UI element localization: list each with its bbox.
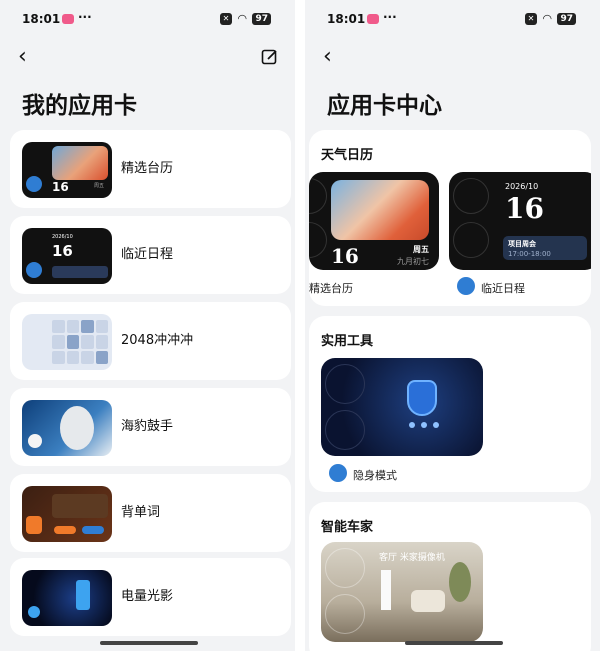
schedule-date: 2026/10 xyxy=(505,182,539,191)
app-card-row-calendar[interactable]: 16 周五 精选台历 xyxy=(10,130,291,208)
back-button[interactable]: ‹ xyxy=(18,44,27,69)
schedule-widget-preview[interactable]: 2026/10 16 项目周会 17:00-18:00 xyxy=(449,172,591,270)
battery-illustration xyxy=(76,580,90,610)
schedule-day-number: 16 xyxy=(505,192,544,225)
seal-app-icon xyxy=(28,434,42,448)
incognito-app-icon xyxy=(329,464,347,482)
vocab-thumbnail xyxy=(22,486,112,542)
seal-illustration xyxy=(60,406,94,450)
page-title: 应用卡中心 xyxy=(327,93,442,119)
section-title: 天气日历 xyxy=(321,148,374,163)
thumb-date: 2026/10 xyxy=(52,234,73,240)
wifi-icon: ◠ xyxy=(238,12,247,25)
back-button[interactable]: ‹ xyxy=(323,44,332,69)
section-weather-calendar: 天气日历 16 周五 九月初七 精选台历 2026/10 16 项目周会 17:00… xyxy=(309,130,591,306)
page-title: 我的应用卡 xyxy=(22,93,137,119)
home-indicator[interactable] xyxy=(100,641,198,645)
app-notification-icon xyxy=(367,14,379,24)
mute-icon: ✕ xyxy=(525,12,537,25)
room-plant xyxy=(449,562,471,602)
section-title: 实用工具 xyxy=(321,334,374,349)
calendar-weekday: 周五 九月初七 xyxy=(397,245,429,266)
status-bar: 18:01 ··· ✕ ◠ 97 xyxy=(305,10,600,30)
room-chair xyxy=(411,590,445,612)
word-button-blue xyxy=(82,526,104,534)
vocab-app-icon xyxy=(26,516,42,534)
seal-drummer-thumbnail xyxy=(22,400,112,456)
schedule-app-icon xyxy=(26,262,42,278)
app-card-label: 电量光影 xyxy=(121,589,174,604)
status-time: 18:01 xyxy=(327,12,366,26)
game-grid xyxy=(52,320,108,364)
camera-widget-preview[interactable]: 客厅 米家摄像机 xyxy=(321,542,483,642)
app-card-row-vocab[interactable]: 背单词 xyxy=(10,474,291,552)
battery-icon: 97 xyxy=(252,12,271,25)
app-card-row-battery[interactable]: 电量光影 xyxy=(10,558,291,636)
my-app-cards-screen: 18:01 ··· ✕ ◠ 97 ‹ 我的应用卡 16 周五 精选台历 2026… xyxy=(0,0,295,651)
incognito-widget-preview[interactable] xyxy=(321,358,483,456)
app-card-row-schedule[interactable]: 2026/10 16 临近日程 xyxy=(10,216,291,294)
more-notifications-icon: ··· xyxy=(78,10,92,24)
widget-caption: 临近日程 xyxy=(481,282,525,295)
schedule-app-icon xyxy=(457,277,475,295)
battery-light-thumbnail xyxy=(22,570,112,626)
app-card-label: 精选台历 xyxy=(121,161,174,176)
more-notifications-icon: ··· xyxy=(383,10,397,24)
app-card-label: 2048冲冲冲 xyxy=(121,333,194,348)
mute-icon: ✕ xyxy=(220,12,232,25)
widget-caption: 精选台历 xyxy=(309,282,353,295)
app-card-center-screen: 18:01 ··· ✕ ◠ 97 ‹ 应用卡中心 天气日历 16 周五 九月初七 … xyxy=(305,0,600,651)
calendar-photo xyxy=(52,146,108,180)
word-card xyxy=(52,494,108,518)
room-lamp xyxy=(381,570,391,610)
thumb-day-number: 16 xyxy=(52,242,73,260)
status-time: 18:01 xyxy=(22,12,61,26)
calendar-photo xyxy=(331,180,429,240)
thumb-day-number: 16 xyxy=(52,180,69,194)
battery-icon: 97 xyxy=(557,12,576,25)
section-title: 智能车家 xyxy=(321,520,374,535)
calendar-day-number: 16 xyxy=(331,244,359,268)
calendar-card-thumbnail: 16 周五 xyxy=(22,142,112,198)
app-card-label: 临近日程 xyxy=(121,247,174,262)
calendar-app-icon xyxy=(26,176,42,192)
app-card-row-2048[interactable]: 2048冲冲冲 xyxy=(10,302,291,380)
section-smart-car-home: 智能车家 客厅 米家摄像机 xyxy=(309,502,591,651)
word-button-orange xyxy=(54,526,76,534)
camera-location-label: 客厅 米家摄像机 xyxy=(379,553,445,563)
widget-caption: 隐身模式 xyxy=(353,469,397,482)
schedule-event: 项目周会 17:00-18:00 xyxy=(503,236,587,260)
game-2048-thumbnail xyxy=(22,314,112,370)
section-utility-tools: 实用工具 隐身模式 xyxy=(309,316,591,492)
shield-icon xyxy=(407,380,437,416)
schedule-card-thumbnail: 2026/10 16 xyxy=(22,228,112,284)
app-notification-icon xyxy=(62,14,74,24)
home-indicator[interactable] xyxy=(405,641,503,645)
status-bar: 18:01 ··· ✕ ◠ 97 xyxy=(0,10,295,30)
battery-app-icon xyxy=(28,606,40,618)
edit-icon[interactable] xyxy=(261,48,279,66)
wifi-icon: ◠ xyxy=(543,12,552,25)
schedule-event-bar xyxy=(52,266,108,278)
app-card-label: 背单词 xyxy=(121,505,161,520)
app-card-row-seal[interactable]: 海豹鼓手 xyxy=(10,388,291,466)
calendar-widget-preview[interactable]: 16 周五 九月初七 xyxy=(309,172,439,270)
thumb-weekday: 周五 xyxy=(93,183,104,189)
app-card-label: 海豹鼓手 xyxy=(121,419,174,434)
